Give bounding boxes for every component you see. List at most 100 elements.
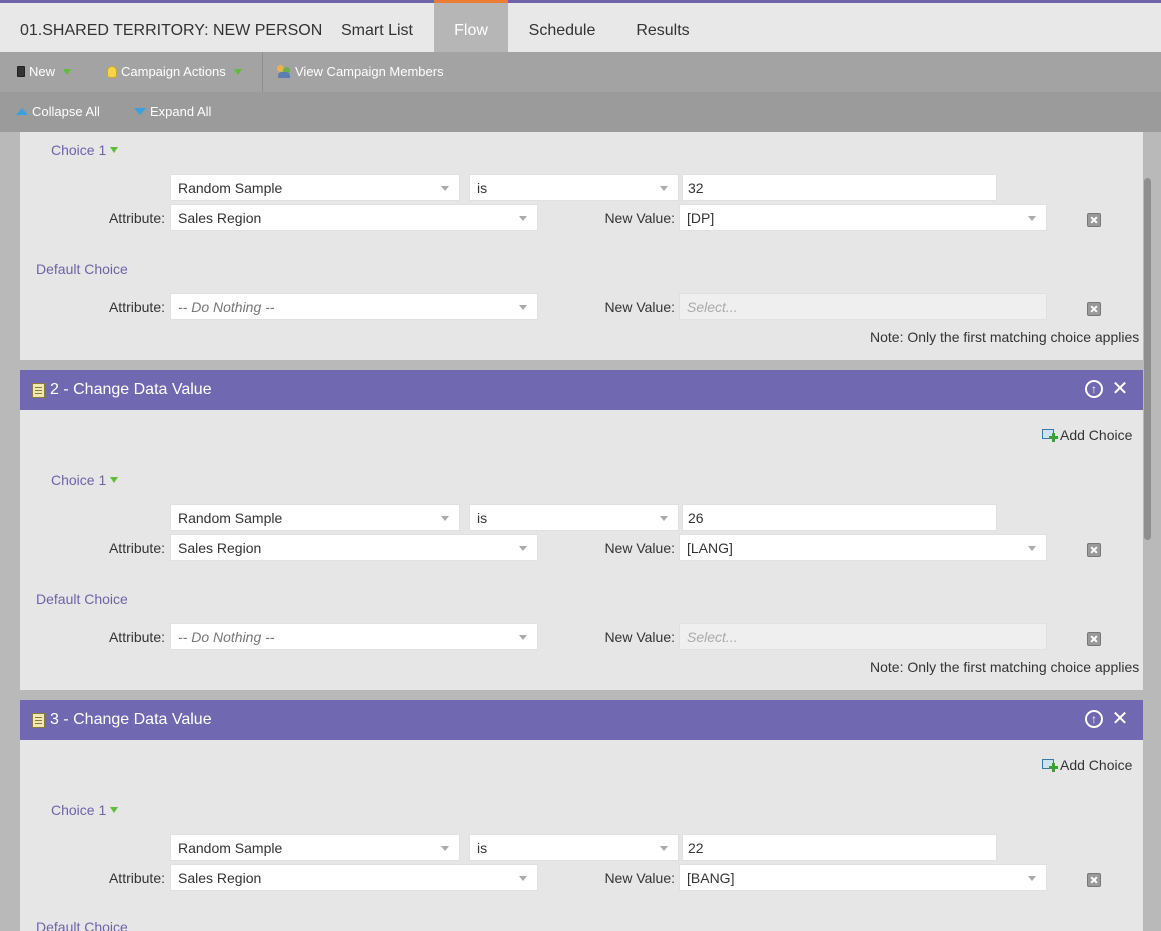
new-value-label: New Value:	[604, 629, 675, 645]
new-value-select[interactable]: [LANG]	[679, 534, 1047, 561]
lightbulb-icon	[107, 65, 117, 78]
attribute-select[interactable]: Sales Region	[170, 204, 538, 231]
attribute-label: Attribute:	[108, 629, 165, 645]
value-input[interactable]: 26	[682, 504, 997, 531]
vertical-scrollbar[interactable]	[1144, 178, 1151, 540]
flow-step-header[interactable]: 2 - Change Data Value ↑ ✕	[20, 370, 1143, 410]
collapse-all-label: Collapse All	[32, 104, 100, 119]
toolbar-divider	[262, 52, 263, 92]
new-value-label: New Value:	[604, 299, 675, 315]
campaign-actions-button[interactable]: Campaign Actions	[107, 64, 242, 79]
add-choice-icon	[1042, 758, 1058, 772]
default-attribute-value: -- Do Nothing --	[178, 629, 275, 645]
value-input[interactable]: 22	[682, 834, 997, 861]
add-choice-label: Add Choice	[1060, 757, 1133, 773]
tab-label: Flow	[454, 22, 488, 39]
new-label: New	[29, 64, 56, 79]
value-input[interactable]: 32	[682, 174, 997, 201]
collapse-all-button[interactable]: Collapse All	[16, 104, 100, 119]
tab-results[interactable]: Results	[622, 3, 704, 52]
new-value-select[interactable]: [BANG]	[679, 864, 1047, 891]
move-up-icon[interactable]: ↑	[1085, 710, 1103, 728]
delete-choice-icon[interactable]	[1087, 543, 1101, 557]
attribute-label: Attribute:	[108, 299, 165, 315]
flow-step-header[interactable]: 3 - Change Data Value ↑ ✕	[20, 700, 1143, 740]
default-new-value-select[interactable]: Select...	[679, 623, 1047, 650]
flow-canvas: Choice 1 If: Random Sample is 32 Attribu…	[0, 132, 1161, 931]
move-up-icon[interactable]: ↑	[1085, 380, 1103, 398]
if-field-value: Random Sample	[178, 510, 283, 526]
new-value-select[interactable]: [DP]	[679, 204, 1047, 231]
flow-step-panel: Add Choice Choice 1 If: Random Sample is…	[20, 740, 1143, 931]
operator-select[interactable]: is	[469, 174, 679, 201]
operator-value: is	[477, 510, 488, 526]
attribute-value: Sales Region	[178, 870, 262, 886]
delete-choice-icon[interactable]	[1087, 302, 1101, 316]
choice-label[interactable]: Choice 1	[51, 472, 119, 488]
attribute-label: Attribute:	[108, 210, 165, 226]
expand-icon	[134, 108, 146, 115]
add-choice-label: Add Choice	[1060, 427, 1133, 443]
choice-label-text: Choice 1	[51, 802, 107, 818]
attribute-value: Sales Region	[178, 210, 262, 226]
default-attribute-select[interactable]: -- Do Nothing --	[170, 623, 538, 650]
operator-select[interactable]: is	[469, 504, 679, 531]
step-title: 2 - Change Data Value	[50, 381, 212, 398]
tab-label: Schedule	[528, 22, 596, 39]
default-choice-label: Default Choice	[36, 919, 128, 931]
operator-select[interactable]: is	[469, 834, 679, 861]
people-icon	[277, 65, 291, 78]
flow-step-panel: Choice 1 If: Random Sample is 32 Attribu…	[20, 132, 1143, 360]
delete-choice-icon[interactable]	[1087, 632, 1101, 646]
chevron-down-icon	[110, 147, 119, 153]
view-campaign-members-button[interactable]: View Campaign Members	[277, 64, 444, 79]
default-choice-label: Default Choice	[36, 261, 128, 277]
close-icon[interactable]: ✕	[1111, 709, 1129, 729]
toolbar: New Campaign Actions View Campaign Membe…	[0, 52, 1161, 92]
tab-label: Results	[636, 22, 690, 39]
attribute-label: Attribute:	[108, 540, 165, 556]
if-field-value: Random Sample	[178, 840, 283, 856]
default-new-value-placeholder: Select...	[687, 629, 738, 645]
default-choice-label: Default Choice	[36, 591, 128, 607]
add-choice-button[interactable]: Add Choice	[1042, 427, 1132, 443]
app-window: 01.SHARED TERRITORY: NEW PERSON Smart Li…	[0, 0, 1161, 931]
if-field-select[interactable]: Random Sample	[170, 174, 460, 201]
if-field-select[interactable]: Random Sample	[170, 504, 460, 531]
collapse-expand-bar: Collapse All Expand All	[0, 92, 1161, 132]
attribute-select[interactable]: Sales Region	[170, 864, 538, 891]
tab-flow[interactable]: Flow	[434, 0, 508, 52]
delete-choice-icon[interactable]	[1087, 873, 1101, 887]
add-choice-icon	[1042, 428, 1058, 442]
close-icon[interactable]: ✕	[1111, 379, 1129, 399]
collapse-icon	[16, 108, 28, 115]
change-data-icon	[32, 383, 45, 398]
choice-label[interactable]: Choice 1	[51, 802, 119, 818]
new-value-value: [BANG]	[687, 870, 735, 886]
add-choice-button[interactable]: Add Choice	[1042, 757, 1132, 773]
new-value-value: [LANG]	[687, 540, 733, 556]
attribute-select[interactable]: Sales Region	[170, 534, 538, 561]
tab-schedule[interactable]: Schedule	[512, 3, 612, 52]
view-members-label: View Campaign Members	[295, 64, 444, 79]
step-title: 3 - Change Data Value	[50, 711, 212, 728]
tab-smart-list[interactable]: Smart List	[324, 3, 430, 52]
delete-choice-icon[interactable]	[1087, 213, 1101, 227]
expand-all-button[interactable]: Expand All	[134, 104, 211, 119]
new-value-label: New Value:	[604, 210, 675, 226]
new-doc-icon	[17, 66, 25, 77]
campaign-actions-label: Campaign Actions	[121, 64, 226, 79]
new-value-value: [DP]	[687, 210, 715, 226]
chevron-down-icon	[233, 68, 242, 75]
tab-label: Smart List	[340, 22, 413, 39]
choice-label[interactable]: Choice 1	[51, 142, 119, 158]
note-text: Note: Only the first matching choice app…	[870, 659, 1140, 675]
new-value-label: New Value:	[604, 870, 675, 886]
program-name: 01.SHARED TERRITORY: NEW PERSON	[20, 22, 323, 39]
default-new-value-select[interactable]: Select...	[679, 293, 1047, 320]
chevron-down-icon	[110, 807, 119, 813]
change-data-icon	[32, 713, 45, 728]
new-menu-button[interactable]: New	[17, 64, 72, 79]
default-attribute-select[interactable]: -- Do Nothing --	[170, 293, 538, 320]
if-field-select[interactable]: Random Sample	[170, 834, 460, 861]
